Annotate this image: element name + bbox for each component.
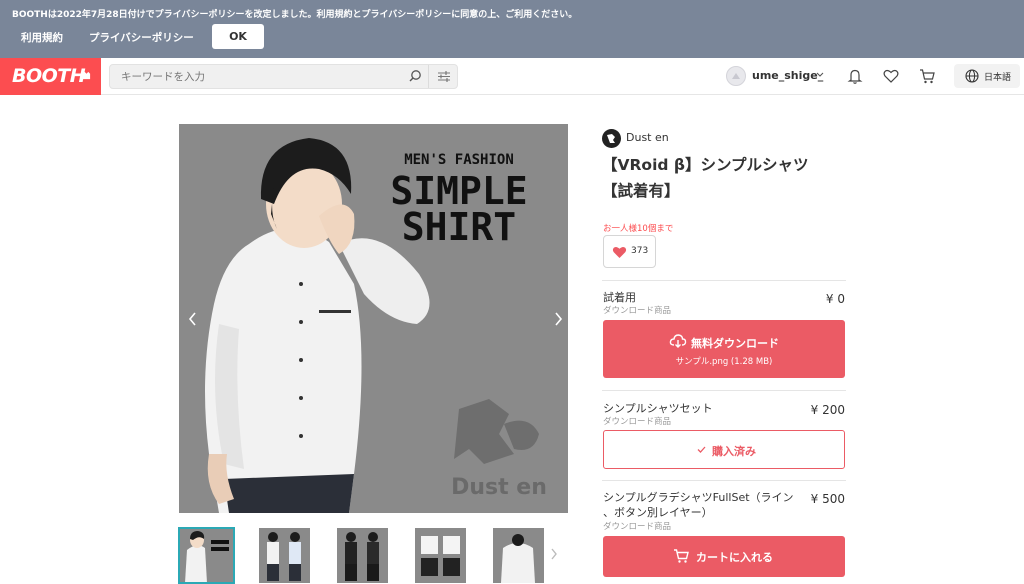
thumbnail-image <box>179 528 234 583</box>
shop-avatar <box>602 129 621 148</box>
download-file-info: サンプル.png (1.28 MB) <box>675 357 773 367</box>
search-input[interactable] <box>110 65 400 88</box>
free-download-button[interactable]: 無料ダウンロード サンプル.png (1.28 MB) <box>603 320 845 378</box>
cloud-download-icon <box>669 334 687 348</box>
terms-link[interactable]: 利用規約 <box>21 30 63 45</box>
chevron-down-icon <box>816 72 824 77</box>
thumbnail-3[interactable] <box>337 528 388 583</box>
variant-price: ¥ 500 <box>810 492 845 506</box>
privacy-notice-text: BOOTHは2022年7月28日付けでプライバシーポリシーを改定しました。利用規… <box>12 10 578 20</box>
logo-mark-icon <box>82 71 91 80</box>
product-title: 【VRoid β】シンプルシャツ 【試着有】 <box>602 152 852 204</box>
cart-icon[interactable] <box>918 67 936 85</box>
product-title-line1: 【VRoid β】シンプルシャツ <box>602 156 809 174</box>
language-button[interactable]: 日本語 <box>954 64 1020 88</box>
search-icon <box>409 70 421 82</box>
like-button[interactable]: 373 <box>603 235 656 268</box>
thumbnail-image <box>493 528 544 583</box>
divider <box>602 390 846 391</box>
chevron-right-icon[interactable] <box>548 545 560 563</box>
product-illustration: MEN'S FASHION SIMPLE SHIRT Dust en <box>179 124 568 513</box>
language-label: 日本語 <box>984 73 1012 83</box>
site-header: BOOTH u <box>0 58 1024 95</box>
variant-name: 試着用 <box>603 291 636 304</box>
variant-type: ダウンロード商品 <box>603 522 672 532</box>
globe-icon <box>965 69 979 83</box>
add-to-cart-button[interactable]: カートに入れる <box>603 536 845 577</box>
chevron-right-icon[interactable] <box>550 308 566 330</box>
variant-name: シンプルシャツセット <box>603 402 713 415</box>
product-main-image[interactable]: MEN'S FASHION SIMPLE SHIRT Dust en <box>179 124 568 513</box>
divider <box>602 480 846 481</box>
image-watermark: Dust en <box>451 475 547 500</box>
product-title-line2: 【試着有】 <box>602 182 680 200</box>
search-button[interactable] <box>402 65 428 88</box>
shop-logo-icon <box>607 134 615 143</box>
heart-icon[interactable] <box>882 67 900 85</box>
check-icon <box>697 446 706 453</box>
purchase-limit-notice: お一人様10個まで <box>603 224 674 234</box>
booth-logo[interactable]: BOOTH <box>0 58 101 95</box>
bell-icon[interactable] <box>846 67 864 85</box>
variant-price: ¥ 0 <box>825 292 845 306</box>
variant-type: ダウンロード商品 <box>603 417 672 427</box>
search-box <box>109 64 458 89</box>
avatar <box>726 66 746 86</box>
thumbnail-1[interactable] <box>178 527 235 584</box>
variant-price: ¥ 200 <box>810 403 845 417</box>
thumbnail-4[interactable] <box>415 528 466 583</box>
username: ume_shige_ <box>752 69 824 82</box>
user-placeholder-icon <box>732 73 740 79</box>
purchased-label: 購入済み <box>712 445 756 458</box>
like-count: 373 <box>631 246 649 256</box>
filter-button[interactable] <box>428 65 458 88</box>
ok-button[interactable]: OK <box>212 24 264 49</box>
privacy-notice-bar: BOOTHは2022年7月28日付けでプライバシーポリシーを改定しました。利用規… <box>0 0 1024 58</box>
image-heading-text: MEN'S FASHION <box>404 152 514 168</box>
thumbnail-image <box>259 528 310 583</box>
shop-name: Dust en <box>626 131 669 144</box>
cart-icon <box>674 549 689 563</box>
thumbnail-2[interactable] <box>259 528 310 583</box>
thumbnail-image <box>337 528 388 583</box>
thumbnail-image <box>415 528 466 583</box>
free-download-label: 無料ダウンロード <box>691 337 779 350</box>
logo-text: BOOTH <box>12 65 86 87</box>
heart-filled-icon <box>612 247 627 258</box>
sliders-icon <box>438 71 450 82</box>
variant-name-line1: シンプルグラデシャツFullSet（ライン <box>603 491 794 504</box>
image-title-line2: SHIRT <box>402 205 516 249</box>
privacy-policy-link[interactable]: プライバシーポリシー <box>89 30 194 45</box>
purchased-button[interactable]: 購入済み <box>603 430 845 469</box>
chevron-left-icon[interactable] <box>185 308 201 330</box>
thumbnail-5[interactable] <box>493 528 544 583</box>
add-to-cart-label: カートに入れる <box>696 551 773 564</box>
variant-name-line2: 、ボタン別レイヤー） <box>603 506 713 519</box>
divider <box>602 280 846 281</box>
variant-type: ダウンロード商品 <box>603 306 672 316</box>
